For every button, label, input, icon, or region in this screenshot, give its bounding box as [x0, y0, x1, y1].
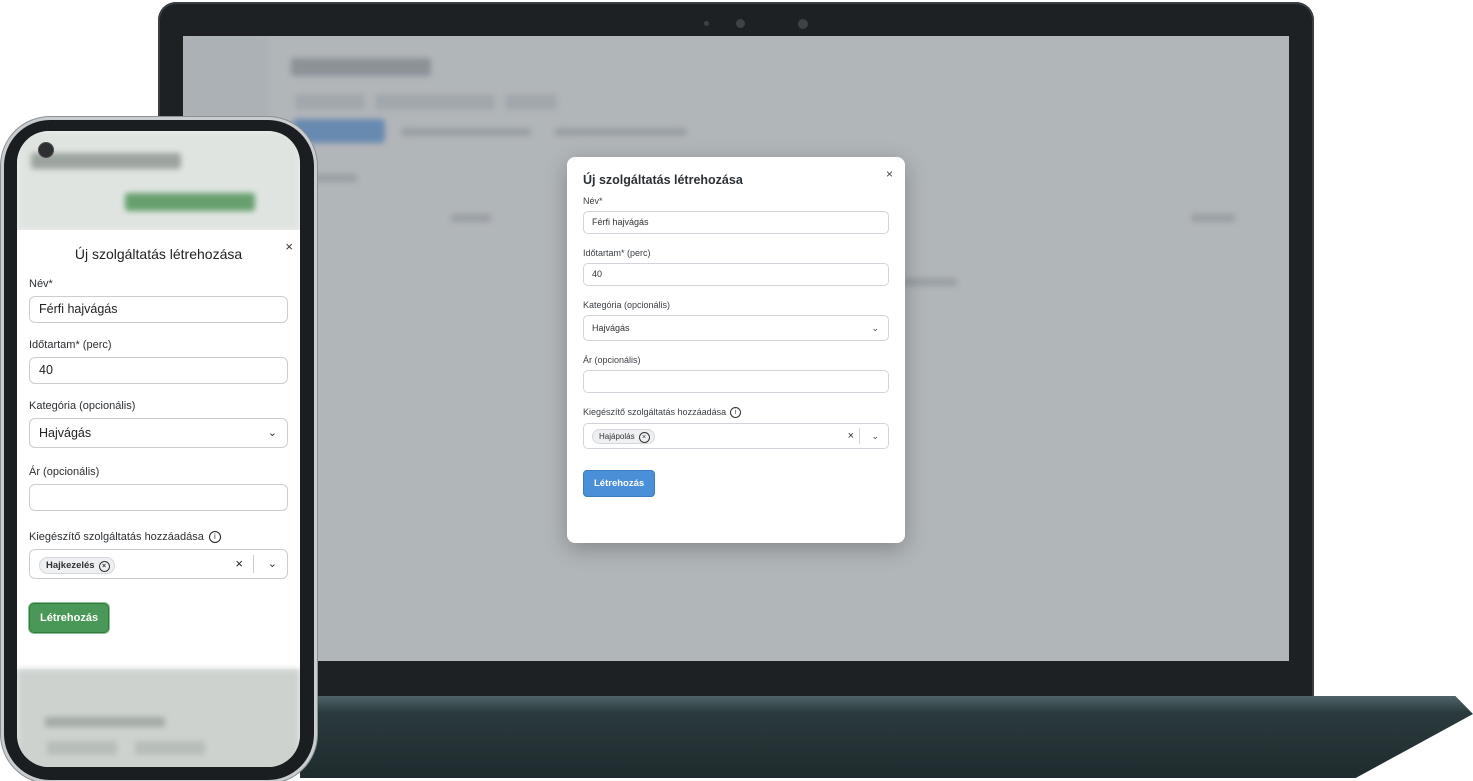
category-value: Hajvágás — [39, 426, 92, 440]
laptop-base — [300, 696, 1473, 778]
close-icon[interactable]: × — [886, 167, 893, 181]
background-button — [47, 741, 117, 755]
name-field[interactable]: Férfi hajvágás — [29, 296, 288, 323]
price-label: Ár (opcionális) — [583, 355, 641, 365]
price-field[interactable] — [583, 370, 889, 393]
clear-icon[interactable]: × — [235, 550, 243, 578]
addon-label-text: Kiegészítő szolgáltatás hozzáadása — [29, 531, 204, 543]
close-icon[interactable]: × — [285, 239, 293, 254]
price-label: Ár (opcionális) — [29, 466, 100, 478]
addon-label: Kiegészítő szolgáltatás hozzáadása i — [583, 407, 889, 419]
name-label: Név* — [583, 196, 603, 206]
background-text — [45, 717, 165, 727]
duration-field[interactable]: 40 — [29, 357, 288, 384]
laptop-sensor — [798, 19, 808, 29]
addon-multiselect[interactable]: Hajkezelés × × ⌄ — [29, 549, 288, 580]
duration-label: Időtartam* (perc) — [29, 339, 112, 351]
addon-label: Kiegészítő szolgáltatás hozzáadása i — [29, 531, 288, 544]
chevron-down-icon[interactable]: ⌄ — [871, 424, 879, 448]
laptop-sensor — [704, 21, 709, 26]
addon-label-text: Kiegészítő szolgáltatás hozzáadása — [583, 407, 727, 417]
dialog-title: Új szolgáltatás létrehozása — [74, 246, 243, 262]
chip-remove-icon[interactable]: × — [638, 432, 650, 444]
desktop-create-service-dialog: Új szolgáltatás létrehozása × Név* Férfi… — [567, 157, 905, 543]
duration-value: 40 — [39, 363, 53, 377]
select-divider — [859, 428, 860, 445]
background-app — [17, 131, 300, 231]
chevron-down-icon: ⌄ — [267, 427, 277, 439]
dialog-title: Új szolgáltatás létrehozása — [583, 173, 743, 187]
mobile-screen: Új szolgáltatás létrehozása × Név* Férfi… — [17, 131, 300, 767]
background-page-title — [31, 153, 181, 169]
chip-remove-icon[interactable]: × — [98, 561, 110, 573]
duration-label: Időtartam* (perc) — [583, 248, 651, 258]
category-value: Hajvágás — [592, 323, 630, 333]
name-value: Férfi hajvágás — [592, 217, 649, 227]
name-label: Név* — [29, 278, 53, 290]
price-field[interactable] — [29, 484, 288, 511]
select-divider — [253, 555, 254, 574]
category-label: Kategória (opcionális) — [583, 300, 671, 310]
background-button — [135, 741, 205, 755]
info-icon[interactable]: i — [208, 531, 221, 544]
duration-field[interactable]: 40 — [583, 263, 889, 286]
name-value: Férfi hajvágás — [39, 302, 118, 316]
addon-chip: Hajápolás × — [592, 429, 655, 445]
create-button[interactable]: Létrehozás — [29, 603, 110, 634]
chevron-down-icon[interactable]: ⌄ — [268, 550, 277, 578]
chevron-down-icon: ⌄ — [871, 323, 879, 333]
addon-multiselect[interactable]: Hajápolás × × ⌄ — [583, 423, 889, 450]
clear-icon[interactable]: × — [848, 424, 854, 448]
phone-camera — [38, 142, 54, 158]
addon-chip: Hajkezelés × — [39, 557, 115, 575]
category-label: Kategória (opcionális) — [29, 400, 136, 412]
info-icon[interactable]: i — [730, 407, 742, 419]
background-app-bottom — [17, 669, 300, 767]
duration-value: 40 — [592, 269, 603, 279]
addon-chip-label: Hajápolás — [599, 432, 635, 442]
name-field[interactable]: Férfi hajvágás — [583, 211, 889, 234]
create-button[interactable]: Létrehozás — [583, 470, 656, 498]
laptop-camera — [736, 19, 745, 28]
category-select[interactable]: Hajvágás ⌄ — [583, 315, 889, 341]
mobile-create-service-dialog: Új szolgáltatás létrehozása × Név* Férfi… — [17, 230, 300, 669]
background-tab-active — [125, 193, 255, 211]
addon-chip-label: Hajkezelés — [46, 560, 95, 572]
category-select[interactable]: Hajvágás ⌄ — [29, 418, 288, 448]
